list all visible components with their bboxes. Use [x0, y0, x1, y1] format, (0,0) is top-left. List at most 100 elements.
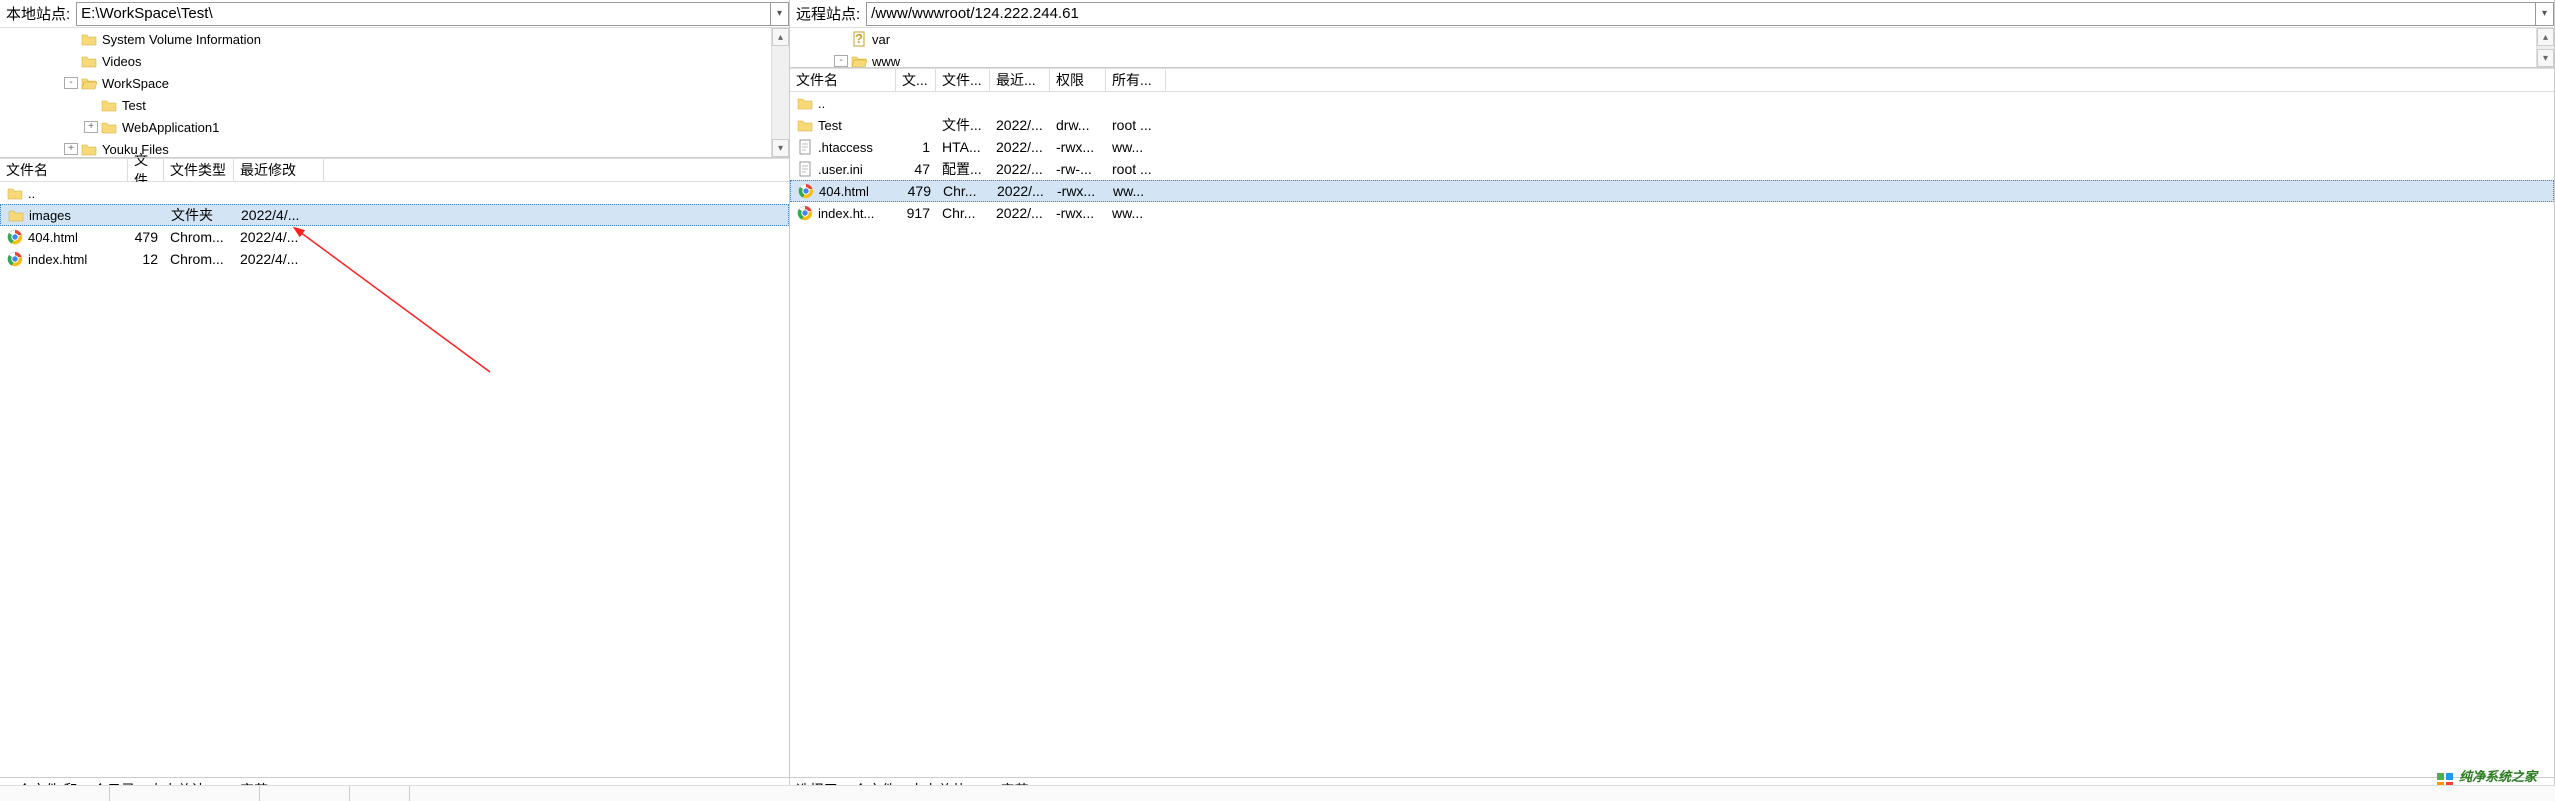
local-tree-scrollbar[interactable]: ▴ ▾ [771, 28, 789, 157]
folder-icon [80, 141, 98, 157]
file-date: 2022/... [990, 117, 1050, 133]
file-date: 2022/4/... [234, 229, 324, 245]
column-header[interactable]: 所有... [1106, 69, 1166, 91]
tree-item[interactable]: System Volume Information [0, 28, 789, 50]
file-name: .user.ini [818, 162, 863, 177]
file-perm: -rwx... [1051, 183, 1107, 199]
unknown-icon: ? [850, 31, 868, 47]
file-type: Chrom... [164, 251, 234, 267]
list-item[interactable]: 404.html479Chr...2022/...-rwx...ww... [790, 180, 2554, 202]
remote-tree-scrollbar[interactable]: ▴ ▾ [2536, 28, 2554, 67]
file-size: 47 [896, 161, 936, 177]
folder-icon [796, 95, 814, 111]
file-size: 917 [896, 205, 936, 221]
folder-icon [100, 119, 118, 135]
file-type: HTA... [936, 139, 990, 155]
file-type: 文件夹 [165, 205, 235, 225]
column-header[interactable]: 文件名 [790, 69, 896, 91]
local-list-body[interactable]: ..images文件夹2022/4/...404.html479Chrom...… [0, 182, 789, 777]
column-header[interactable]: 文件... [128, 159, 164, 181]
file-size: 1 [896, 139, 936, 155]
remote-path-label: 远程站点: [790, 3, 866, 24]
column-header[interactable]: 最近修改 [234, 159, 324, 181]
file-perm: -rw-... [1050, 161, 1106, 177]
tree-item-label: Videos [102, 54, 142, 69]
list-item[interactable]: images文件夹2022/4/... [0, 204, 789, 226]
remote-path-dropdown[interactable]: ▾ [2536, 2, 2554, 26]
local-path-bar: 本地站点: ▾ [0, 0, 789, 28]
bottom-tab-strip [0, 785, 2555, 801]
parent-dir-row[interactable]: .. [790, 92, 2554, 114]
file-name: Test [818, 118, 842, 133]
file-size: 479 [128, 229, 164, 245]
tree-item[interactable]: ? var [790, 28, 2554, 50]
chrome-icon [6, 251, 24, 267]
folder-icon [100, 97, 118, 113]
remote-list-header[interactable]: 文件名文...文件...最近...权限所有... [790, 68, 2554, 92]
tree-item[interactable]: +Youku Files [0, 138, 789, 158]
file-name: .. [818, 96, 825, 111]
folder-icon [80, 53, 98, 69]
scroll-up-icon[interactable]: ▴ [772, 28, 789, 46]
tree-item-label: Test [122, 98, 146, 113]
list-item[interactable]: .htaccess1HTA...2022/...-rwx...ww... [790, 136, 2554, 158]
chrome-icon [796, 205, 814, 221]
local-path-label: 本地站点: [0, 3, 76, 24]
local-path-dropdown[interactable]: ▾ [771, 2, 789, 26]
remote-tree[interactable]: ? var - www ▴ ▾ [790, 28, 2554, 68]
tree-item[interactable]: - WorkSpace [0, 72, 789, 94]
file-date: 2022/... [991, 183, 1051, 199]
tree-expander-icon[interactable]: - [64, 77, 78, 89]
tree-item-label: var [872, 32, 890, 47]
tree-expander-icon[interactable]: + [84, 121, 98, 133]
column-header[interactable]: 文件名 [0, 159, 128, 181]
remote-list-body[interactable]: ..Test文件...2022/...drw...root ....htacce… [790, 92, 2554, 777]
remote-path-input[interactable] [866, 2, 2536, 26]
bottom-tab[interactable] [110, 786, 260, 801]
tree-item-label: www [872, 54, 900, 69]
list-item[interactable]: index.ht...917Chr...2022/...-rwx...ww... [790, 202, 2554, 224]
scroll-up-icon[interactable]: ▴ [2537, 28, 2554, 46]
local-list-header[interactable]: 文件名文件...文件类型最近修改 [0, 158, 789, 182]
file-date: 2022/... [990, 161, 1050, 177]
list-item[interactable]: Test 文件...2022/...drw...root ... [790, 114, 2554, 136]
tree-expander-icon[interactable]: + [64, 143, 78, 155]
file-date: 2022/4/... [235, 207, 325, 223]
file-owner: ww... [1107, 183, 1167, 199]
column-header[interactable]: 最近... [990, 69, 1050, 91]
column-header[interactable]: 权限 [1050, 69, 1106, 91]
tree-expander-icon[interactable]: - [834, 55, 848, 67]
file-owner: root ... [1106, 161, 1166, 177]
parent-dir-row[interactable]: .. [0, 182, 789, 204]
list-item[interactable]: .user.ini47配置...2022/...-rw-...root ... [790, 158, 2554, 180]
file-date: 2022/4/... [234, 251, 324, 267]
scroll-down-icon[interactable]: ▾ [772, 139, 789, 157]
file-date: 2022/... [990, 205, 1050, 221]
file-name: index.html [28, 252, 87, 267]
bottom-tab[interactable] [260, 786, 350, 801]
remote-path-bar: 远程站点: ▾ [790, 0, 2554, 28]
column-header[interactable]: 文... [896, 69, 936, 91]
local-path-input[interactable] [76, 2, 771, 26]
column-header[interactable]: 文件类型 [164, 159, 234, 181]
tree-item-label: WebApplication1 [122, 120, 219, 135]
file-size: 479 [897, 183, 937, 199]
list-item[interactable]: 404.html479Chrom...2022/4/... [0, 226, 789, 248]
bottom-tab[interactable] [0, 786, 110, 801]
folder-open-icon [80, 75, 98, 91]
list-item[interactable]: index.html12Chrom...2022/4/... [0, 248, 789, 270]
tree-item[interactable]: Test [0, 94, 789, 116]
bottom-tab[interactable] [350, 786, 410, 801]
local-tree[interactable]: System Volume Information Videos - WorkSpac… [0, 28, 789, 158]
file-type: 文件... [936, 115, 990, 135]
file-owner: root ... [1106, 117, 1166, 133]
scroll-down-icon[interactable]: ▾ [2537, 49, 2554, 67]
tree-item[interactable]: - www [790, 50, 2554, 68]
file-owner: ww... [1106, 139, 1166, 155]
tree-item-label: WorkSpace [102, 76, 169, 91]
tree-item[interactable]: + WebApplication1 [0, 116, 789, 138]
file-name: .htaccess [818, 140, 873, 155]
file-perm: drw... [1050, 117, 1106, 133]
column-header[interactable]: 文件... [936, 69, 990, 91]
tree-item[interactable]: Videos [0, 50, 789, 72]
